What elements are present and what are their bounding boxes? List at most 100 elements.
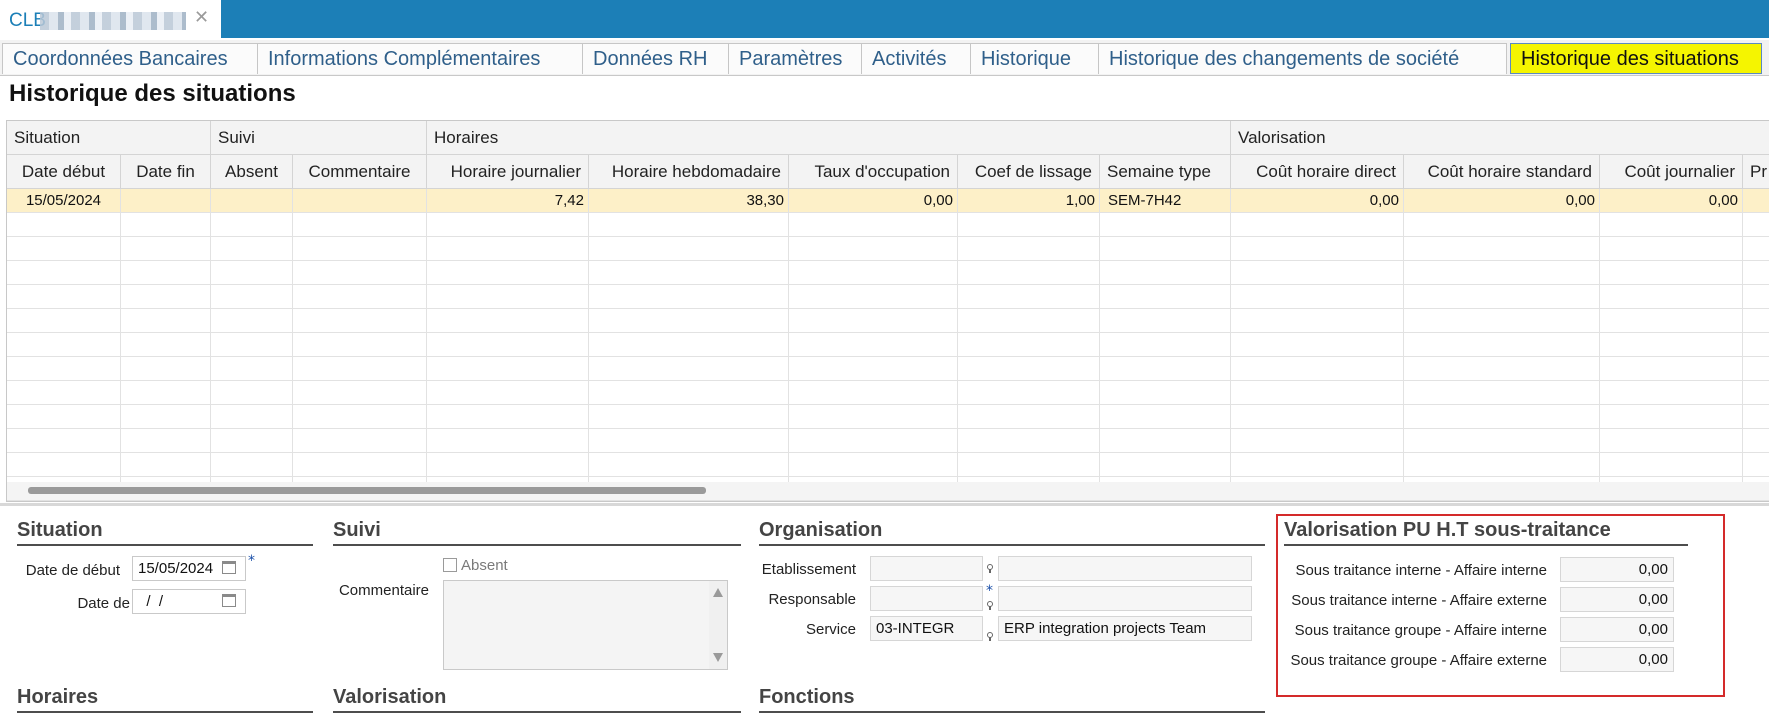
lookup-pin-icon[interactable] <box>987 632 993 641</box>
empty-cell <box>958 285 1100 308</box>
empty-cell <box>121 429 211 452</box>
tab-donnees-rh[interactable]: Données RH <box>582 43 729 74</box>
tab-historique-situations[interactable]: Historique des situations <box>1510 43 1762 74</box>
section-suivi-title: Suivi <box>333 519 381 541</box>
group-horaires: Horaires <box>427 121 1231 154</box>
st-groupe-affaire-externe-field[interactable]: 0,00 <box>1560 647 1674 672</box>
table-row[interactable]: 15/05/2024 7,42 38,30 0,00 1,00 SEM-7H42… <box>7 189 1769 213</box>
col-cout-horaire-standard[interactable]: Coût horaire standard <box>1404 155 1600 188</box>
tab-parametres[interactable]: Paramètres <box>728 43 862 74</box>
empty-cell <box>427 333 589 356</box>
col-coef-lissage[interactable]: Coef de lissage <box>958 155 1100 188</box>
absent-checkbox[interactable] <box>443 558 457 572</box>
calendar-icon[interactable] <box>222 561 236 574</box>
empty-cell <box>7 213 121 236</box>
calendar-icon[interactable] <box>222 594 236 607</box>
col-cout-horaire-direct[interactable]: Coût horaire direct <box>1231 155 1404 188</box>
empty-cell <box>7 429 121 452</box>
empty-cell <box>427 213 589 236</box>
tab-bar: Coordonnées Bancaires Informations Compl… <box>0 40 1769 76</box>
absent-label: Absent <box>461 557 508 574</box>
commentaire-textarea[interactable] <box>443 580 728 670</box>
service-name-field[interactable]: ERP integration projects Team <box>998 616 1252 641</box>
empty-cell <box>789 429 958 452</box>
empty-cell <box>1231 285 1404 308</box>
empty-row <box>7 357 1769 381</box>
cell-horaire-hebdomadaire[interactable]: 38,30 <box>589 189 789 212</box>
empty-cell <box>211 381 293 404</box>
empty-cell <box>293 213 427 236</box>
cell-date-fin[interactable] <box>121 189 211 212</box>
col-taux-occupation[interactable]: Taux d'occupation <box>789 155 958 188</box>
required-star-icon: * <box>986 583 993 599</box>
empty-cell <box>789 213 958 236</box>
st-groupe-affaire-interne-field[interactable]: 0,00 <box>1560 617 1674 642</box>
etablissement-code-field[interactable] <box>870 556 983 581</box>
empty-cell <box>121 213 211 236</box>
st-interne-affaire-externe-field[interactable]: 0,00 <box>1560 587 1674 612</box>
empty-cell <box>211 429 293 452</box>
cell-pr[interactable] <box>1743 189 1769 212</box>
service-code-field[interactable]: 03-INTEGR <box>870 616 983 641</box>
cell-date-debut[interactable]: 15/05/2024 <box>7 189 121 212</box>
cell-horaire-journalier[interactable]: 7,42 <box>427 189 589 212</box>
st-groupe-affaire-externe-label: Sous traitance groupe - Affaire externe <box>1290 652 1547 669</box>
cell-taux-occupation[interactable]: 0,00 <box>789 189 958 212</box>
empty-row <box>7 213 1769 237</box>
tab-historique-changements-societe[interactable]: Historique des changements de société <box>1098 43 1507 74</box>
col-absent[interactable]: Absent <box>211 155 293 188</box>
scroll-down-icon[interactable] <box>713 653 723 662</box>
empty-cell <box>958 309 1100 332</box>
horizontal-scroll-thumb[interactable] <box>28 487 706 494</box>
cell-cout-horaire-direct[interactable]: 0,00 <box>1231 189 1404 212</box>
empty-cell <box>1404 381 1600 404</box>
lookup-pin-icon[interactable] <box>987 601 993 610</box>
col-cout-journalier[interactable]: Coût journalier <box>1600 155 1743 188</box>
empty-cell <box>1743 237 1769 260</box>
st-interne-affaire-interne-field[interactable]: 0,00 <box>1560 557 1674 582</box>
empty-cell <box>1600 381 1743 404</box>
col-horaire-hebdomadaire[interactable]: Horaire hebdomadaire <box>589 155 789 188</box>
etablissement-name-field[interactable] <box>998 556 1252 581</box>
empty-cell <box>789 357 958 380</box>
section-valorisation-pu-title: Valorisation PU H.T sous-traitance <box>1284 519 1611 541</box>
vertical-scrollbar[interactable] <box>709 581 727 669</box>
empty-cell <box>7 285 121 308</box>
empty-cell <box>789 261 958 284</box>
col-semaine-type[interactable]: Semaine type <box>1100 155 1231 188</box>
cell-absent[interactable] <box>211 189 293 212</box>
document-tab[interactable]: CLB ✕ <box>0 0 221 38</box>
cell-semaine-type[interactable]: SEM-7H42 <box>1100 189 1231 212</box>
col-date-debut[interactable]: Date début <box>7 155 121 188</box>
tab-historique[interactable]: Historique <box>970 43 1099 74</box>
empty-row <box>7 237 1769 261</box>
lookup-pin-icon[interactable] <box>987 564 993 573</box>
close-icon[interactable]: ✕ <box>194 7 209 28</box>
cell-cout-journalier[interactable]: 0,00 <box>1600 189 1743 212</box>
cell-cout-horaire-standard[interactable]: 0,00 <box>1404 189 1600 212</box>
empty-cell <box>1743 357 1769 380</box>
col-pr[interactable]: Pr <box>1743 155 1769 188</box>
empty-cell <box>1404 453 1600 476</box>
window-titlebar <box>0 0 1769 38</box>
responsable-code-field[interactable] <box>870 586 983 611</box>
empty-cell <box>427 237 589 260</box>
scroll-up-icon[interactable] <box>713 588 723 597</box>
col-horaire-journalier[interactable]: Horaire journalier <box>427 155 589 188</box>
empty-cell <box>958 333 1100 356</box>
cell-commentaire[interactable] <box>293 189 427 212</box>
col-commentaire[interactable]: Commentaire <box>293 155 427 188</box>
tab-coordonnees-bancaires[interactable]: Coordonnées Bancaires <box>2 43 258 74</box>
col-date-fin[interactable]: Date fin <box>121 155 211 188</box>
page-title: Historique des situations <box>9 80 296 107</box>
tab-informations-complementaires[interactable]: Informations Complémentaires <box>257 43 583 74</box>
empty-cell <box>789 453 958 476</box>
empty-cell <box>1600 261 1743 284</box>
empty-cell <box>293 237 427 260</box>
responsable-name-field[interactable] <box>998 586 1252 611</box>
empty-cell <box>121 357 211 380</box>
date-debut-label: Date de début <box>25 562 120 579</box>
tab-activites[interactable]: Activités <box>861 43 971 74</box>
cell-coef-lissage[interactable]: 1,00 <box>958 189 1100 212</box>
splitter[interactable] <box>0 503 1769 506</box>
